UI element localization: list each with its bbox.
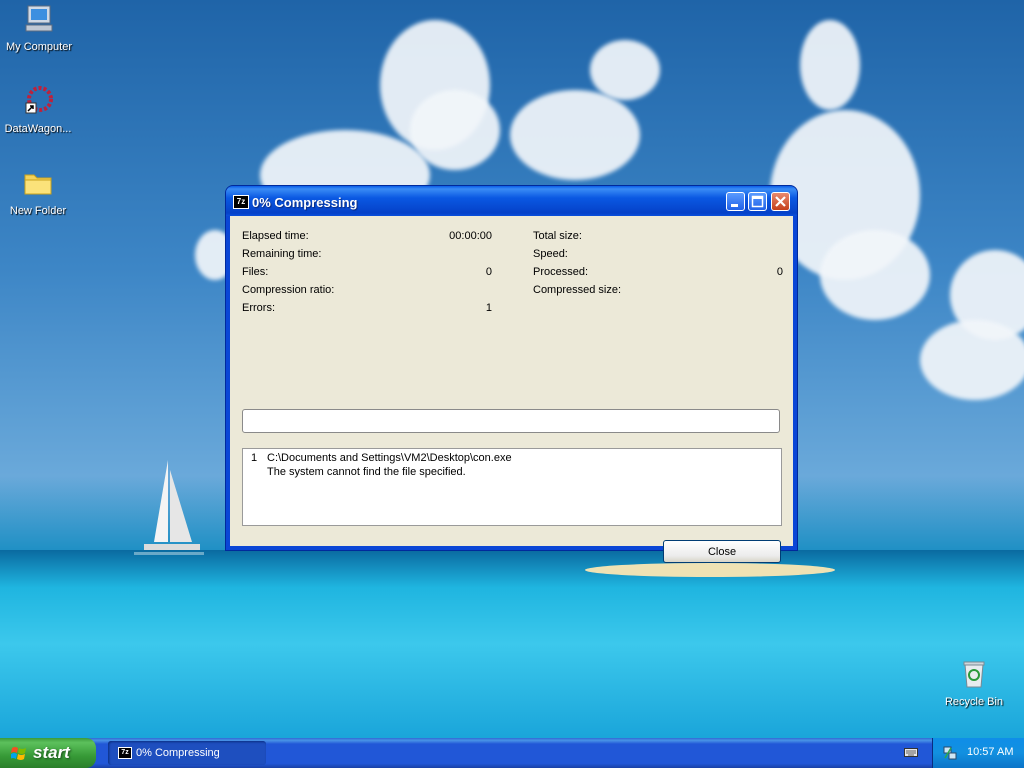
error-log[interactable]: 1 C:\Documents and Settings\VM2\Desktop\… xyxy=(242,448,782,526)
recycle-bin-icon xyxy=(963,661,985,688)
close-window-button[interactable] xyxy=(771,192,790,211)
windows-logo-icon xyxy=(11,747,26,760)
log-entry-path: C:\Documents and Settings\VM2\Desktop\co… xyxy=(267,452,512,464)
datawagon-icon xyxy=(25,86,53,114)
log-entry-message: The system cannot find the file specifie… xyxy=(267,466,466,478)
desktop-icon-label: DataWagon... xyxy=(4,123,72,135)
total-size-label: Total size: xyxy=(533,230,582,242)
desktop-icon-recycle-bin[interactable]: Recycle Bin xyxy=(934,658,1014,708)
taskbar-item-compressing[interactable]: 7z 0% Compressing xyxy=(108,741,266,765)
desktop-icon-label: Recycle Bin xyxy=(944,696,1004,708)
maximize-icon xyxy=(751,195,764,208)
speed-label: Speed: xyxy=(533,248,568,260)
elapsed-time-label: Elapsed time: xyxy=(242,230,309,242)
errors-label: Errors: xyxy=(242,302,275,314)
files-value: 0 xyxy=(485,266,492,278)
folder-icon xyxy=(24,174,52,195)
7zip-icon: 7z xyxy=(118,747,132,759)
compress-dialog: 7z 0% Compressing Elapsed time: 00:00:00… xyxy=(226,186,797,563)
dialog-titlebar[interactable]: 7z 0% Compressing xyxy=(226,186,797,216)
close-button-label: Close xyxy=(707,545,737,558)
progress-bar xyxy=(242,409,780,433)
close-button[interactable]: Close xyxy=(663,540,781,563)
processed-value: 0 xyxy=(776,266,783,278)
minimize-icon xyxy=(731,204,738,207)
7zip-icon: 7z xyxy=(233,195,249,209)
system-tray: 10:57 AM xyxy=(932,738,1024,768)
desktop-icon-my-computer[interactable]: My Computer xyxy=(0,3,79,53)
elapsed-time-value: 00:00:00 xyxy=(449,230,492,242)
desktop-icon-datawagon[interactable]: DataWagon... xyxy=(0,85,78,135)
taskbar: start 7z 0% Compressing 10:57 AM xyxy=(0,738,1024,768)
compressed-size-label: Compressed size: xyxy=(533,284,622,296)
remaining-time-label: Remaining time: xyxy=(242,248,322,260)
taskbar-item-label: 0% Compressing xyxy=(136,747,220,759)
clock[interactable]: 10:57 AM xyxy=(967,746,1013,758)
desktop-icon-label: My Computer xyxy=(5,41,73,53)
start-button[interactable]: start xyxy=(0,738,96,768)
keyboard-icon[interactable] xyxy=(904,746,918,758)
close-icon xyxy=(775,196,786,207)
desktop-icon-label: New Folder xyxy=(9,205,67,217)
minimize-button[interactable] xyxy=(726,192,745,211)
dialog-body: Elapsed time: 00:00:00 Remaining time: F… xyxy=(230,216,793,563)
errors-value: 1 xyxy=(485,302,492,314)
processed-label: Processed: xyxy=(533,266,589,278)
files-label: Files: xyxy=(242,266,269,278)
dialog-title: 0% Compressing xyxy=(252,195,358,210)
compression-ratio-label: Compression ratio: xyxy=(242,284,335,296)
maximize-button[interactable] xyxy=(748,192,767,211)
network-icon[interactable] xyxy=(943,746,957,760)
start-label: start xyxy=(33,743,70,762)
desktop-icon-new-folder[interactable]: New Folder xyxy=(0,167,78,217)
log-entry-number: 1 xyxy=(251,452,258,464)
computer-icon xyxy=(25,5,53,32)
